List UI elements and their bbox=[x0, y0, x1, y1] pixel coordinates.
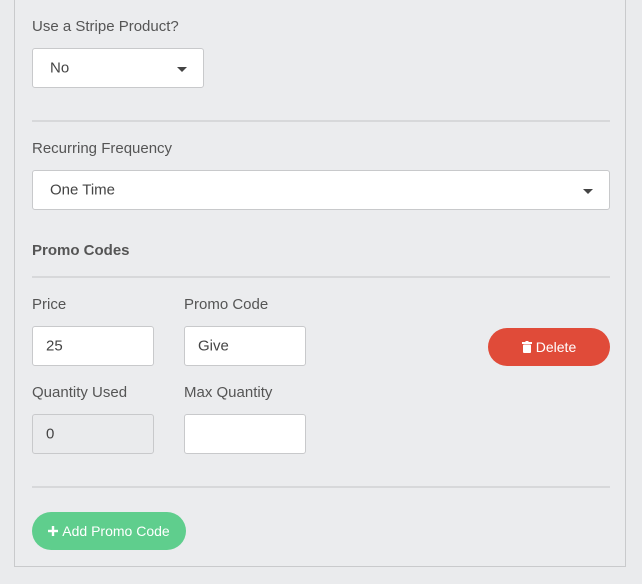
divider bbox=[32, 276, 610, 278]
delete-promo-button[interactable]: Delete bbox=[488, 328, 610, 366]
divider bbox=[32, 120, 610, 122]
caret-down-icon bbox=[177, 67, 187, 72]
quantity-used-label: Quantity Used bbox=[32, 384, 128, 401]
caret-down-icon bbox=[583, 189, 593, 194]
max-quantity-input[interactable] bbox=[184, 414, 306, 454]
promo-code-label: Promo Code bbox=[184, 296, 269, 313]
add-promo-code-label: Add Promo Code bbox=[62, 523, 170, 539]
plus-icon bbox=[48, 526, 59, 536]
quantity-used-value: 0 bbox=[46, 425, 55, 443]
promo-codes-title: Promo Codes bbox=[32, 242, 130, 259]
stripe-product-select[interactable]: No bbox=[32, 48, 204, 88]
price-input[interactable]: 25 bbox=[32, 326, 154, 366]
promo-code-input[interactable]: Give bbox=[184, 326, 306, 366]
delete-label: Delete bbox=[535, 339, 577, 355]
recurring-frequency-label: Recurring Frequency bbox=[32, 140, 173, 157]
divider bbox=[32, 486, 610, 488]
trash-icon bbox=[521, 341, 532, 353]
promo-code-value: Give bbox=[198, 337, 229, 355]
recurring-frequency-select[interactable]: One Time bbox=[32, 170, 610, 210]
add-promo-code-button[interactable]: Add Promo Code bbox=[32, 512, 186, 550]
max-quantity-label: Max Quantity bbox=[184, 384, 273, 401]
stripe-product-label: Use a Stripe Product? bbox=[32, 18, 179, 35]
price-label: Price bbox=[32, 296, 67, 313]
stripe-product-selected: No bbox=[50, 59, 70, 77]
quantity-used-input: 0 bbox=[32, 414, 154, 454]
recurring-frequency-selected: One Time bbox=[50, 181, 116, 199]
price-value: 25 bbox=[46, 337, 63, 355]
